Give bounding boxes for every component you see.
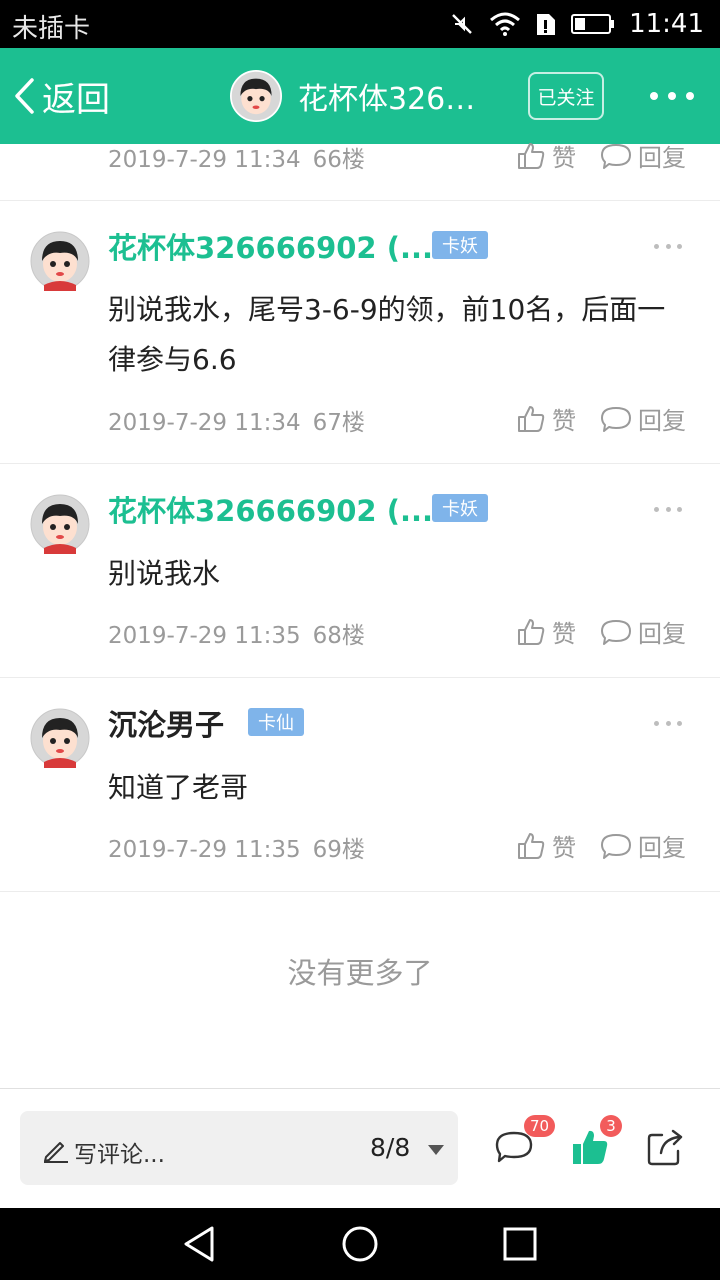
user-level-badge: 卡妖 — [432, 494, 488, 522]
back-button[interactable]: 返回 — [12, 70, 110, 122]
like-label: 赞 — [552, 834, 576, 862]
comment-bubble-icon — [601, 833, 631, 859]
author-name[interactable]: 沉沦男子 — [108, 702, 224, 744]
system-nav-bar — [0, 1208, 720, 1280]
caret-down-icon[interactable] — [428, 1145, 444, 1155]
like-button[interactable]: 赞 — [516, 614, 576, 649]
post-meta: 2019-7-29 11:34 67楼 — [108, 403, 365, 437]
post-more-icon[interactable] — [654, 507, 682, 513]
back-triangle-icon[interactable] — [180, 1224, 220, 1264]
reply-button[interactable]: 回复 — [600, 828, 686, 863]
battery-icon — [571, 14, 615, 34]
like-label: 赞 — [552, 620, 576, 648]
post-item: 沉沦男子 卡仙 知道了老哥 2019-7-29 11:35 69楼 赞 回复 — [0, 678, 720, 892]
post-floor: 67楼 — [312, 410, 365, 436]
reply-label: 回复 — [638, 407, 686, 435]
pencil-icon — [44, 1142, 68, 1163]
post-meta: 2019-7-29 11:35 68楼 — [108, 616, 365, 650]
post-date: 2019-7-29 11:34 — [108, 147, 301, 173]
post-item: 花杯体326666902 (... 卡妖 别说我水 2019-7-29 11:3… — [0, 464, 720, 678]
like-label: 赞 — [552, 407, 576, 435]
post-date: 2019-7-29 11:35 — [108, 623, 301, 649]
reply-label: 回复 — [638, 620, 686, 648]
post-content: 别说我水，尾号3-6-9的领，前10名，后面一律参与6.6 — [108, 293, 666, 376]
avatar[interactable] — [30, 708, 90, 768]
post-item: 花杯体326666902 (... 卡妖 别说我水，尾号3-6-9的领，前10名… — [0, 201, 720, 464]
post-meta: 2019-7-29 11:35 69楼 — [108, 830, 365, 864]
post-floor: 66楼 — [312, 147, 365, 173]
thumbs-up-icon — [518, 142, 545, 169]
reply-button[interactable]: 回复 — [600, 401, 686, 436]
author-name[interactable]: 花杯体326666902 (... — [108, 225, 433, 267]
end-of-list-text: 没有更多了 — [287, 956, 433, 990]
more-dots-icon[interactable] — [650, 78, 694, 114]
thumbs-up-icon — [518, 832, 545, 859]
recents-square-icon[interactable] — [500, 1224, 540, 1264]
like-button[interactable]: 赞 — [516, 138, 576, 173]
home-circle-icon[interactable] — [340, 1224, 380, 1264]
post-date: 2019-7-29 11:34 — [108, 410, 301, 436]
post-more-icon[interactable] — [654, 721, 682, 727]
reply-label: 回复 — [638, 144, 686, 172]
avatar[interactable] — [30, 494, 90, 554]
status-bar: 未插卡 11:41 — [0, 0, 720, 48]
follow-button[interactable]: 已关注 — [528, 72, 604, 120]
post-floor: 68楼 — [312, 623, 365, 649]
thumbs-up-icon — [518, 618, 545, 645]
like-label: 赞 — [552, 144, 576, 172]
reply-label: 回复 — [638, 834, 686, 862]
share-icon[interactable] — [646, 1127, 686, 1167]
status-icons: 11:41 — [449, 8, 704, 40]
comment-count-badge: 70 — [524, 1115, 556, 1137]
back-label: 返回 — [42, 79, 110, 120]
thumbs-up-icon — [518, 405, 545, 432]
carrier-text: 未插卡 — [12, 14, 91, 44]
sim-alert-icon — [537, 14, 556, 35]
user-level-badge: 卡妖 — [432, 231, 488, 259]
post-content: 知道了老哥 — [108, 771, 249, 804]
author-name[interactable]: 花杯体326666902 (... — [108, 488, 433, 530]
post-meta: 2019-7-29 11:34 66楼 — [108, 140, 365, 174]
like-button[interactable]: 赞 — [516, 401, 576, 436]
app-header: 返回 花杯体326666902 (... 已关注 — [0, 48, 720, 144]
chevron-left-icon — [15, 78, 34, 114]
wifi-icon — [490, 12, 521, 36]
clock: 11:41 — [629, 9, 704, 39]
comment-placeholder: 写评论... — [74, 1142, 165, 1168]
avatar[interactable] — [230, 70, 282, 122]
user-level-badge: 卡仙 — [248, 708, 304, 736]
avatar[interactable] — [30, 231, 90, 291]
mute-icon — [452, 14, 472, 34]
comment-bubble-icon — [601, 143, 631, 169]
post-item: 2019-7-29 11:34 66楼 赞 回复 — [0, 142, 720, 201]
page-indicator[interactable]: 8/8 — [370, 1133, 410, 1162]
bottom-bar: 写评论... 8/8 70 3 — [0, 1088, 720, 1208]
post-floor: 69楼 — [312, 837, 365, 863]
like-button[interactable]: 赞 — [516, 828, 576, 863]
comment-bubble-icon — [601, 406, 631, 432]
comment-bubble-icon — [601, 619, 631, 645]
reply-button[interactable]: 回复 — [600, 614, 686, 649]
post-date: 2019-7-29 11:35 — [108, 837, 301, 863]
page-title[interactable]: 花杯体326666902 (... — [298, 74, 494, 118]
comment-input[interactable]: 写评论... 8/8 — [20, 1111, 458, 1185]
post-more-icon[interactable] — [654, 244, 682, 250]
like-count-badge: 3 — [600, 1115, 622, 1137]
post-content: 别说我水 — [108, 557, 221, 590]
reply-button[interactable]: 回复 — [600, 138, 686, 173]
